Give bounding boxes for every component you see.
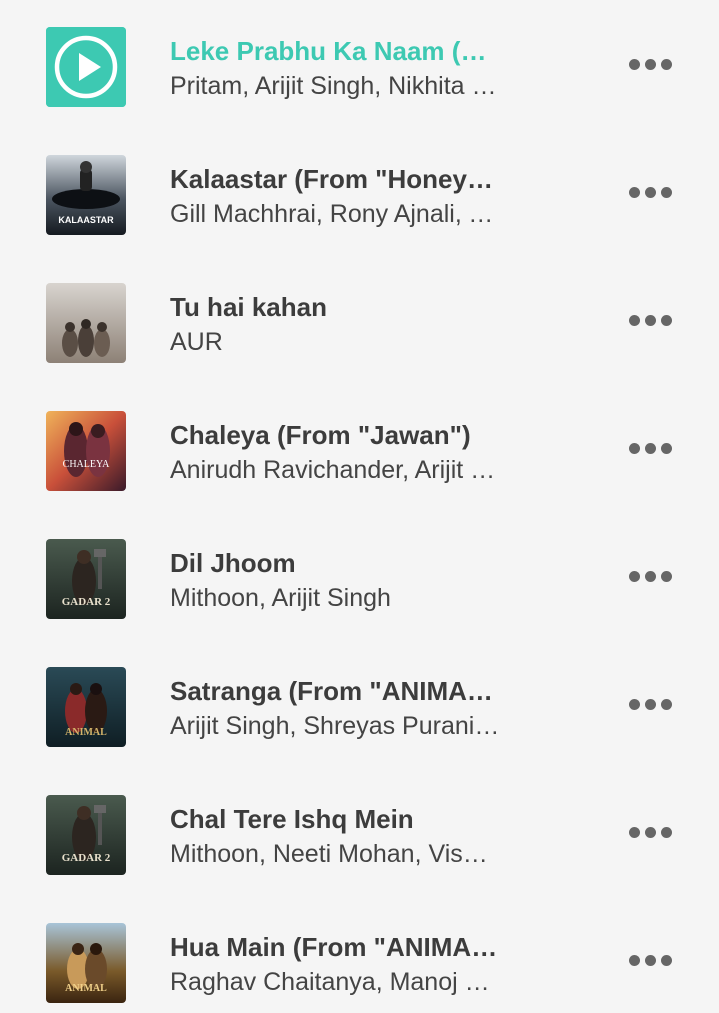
song-artist: Gill Machhrai, Rony Ajnali, Yo Yo Honey … [170,200,500,228]
now-playing-thumbnail[interactable] [46,27,126,107]
song-row[interactable]: ANIMAL Hua Main (From "ANIMAL") Raghav C… [0,898,719,1013]
song-list: Leke Prabhu Ka Naam (From "Tiger 3") Pri… [0,0,719,1013]
album-art[interactable]: GADAR 2 [46,795,126,875]
album-art[interactable]: CHALEYA [46,411,126,491]
album-art[interactable]: ANIMAL [46,667,126,747]
song-row[interactable]: KALAASTAR Kalaastar (From "Honey 3.0") G… [0,130,719,258]
album-art-label: KALAASTAR [58,215,114,225]
song-row[interactable]: ANIMAL Satranga (From "ANIMAL") Arijit S… [0,642,719,770]
song-title: Leke Prabhu Ka Naam (From "Tiger 3") [170,36,500,66]
more-options-icon[interactable] [620,300,680,340]
song-title: Dil Jhoom [170,548,296,578]
song-title: Satranga (From "ANIMAL") [170,676,500,706]
song-row[interactable]: CHALEYA Chaleya (From "Jawan") Anirudh R… [0,386,719,514]
more-options-icon[interactable] [620,812,680,852]
song-artist: Arijit Singh, Shreyas Puranik, Siddharth… [170,712,500,740]
song-artist: Mithoon, Arijit Singh [170,584,391,612]
album-art[interactable]: ANIMAL [46,923,126,1003]
song-title: Chal Tere Ishq Mein [170,804,414,834]
album-art[interactable]: KALAASTAR [46,155,126,235]
album-art-label: ANIMAL [65,983,107,994]
song-title: Tu hai kahan [170,292,327,322]
album-art-label: ANIMAL [65,727,107,738]
more-options-icon[interactable] [620,44,680,84]
song-title: Chaleya (From "Jawan") [170,420,471,450]
album-art[interactable] [46,283,126,363]
album-art-label: CHALEYA [63,459,110,470]
play-icon [46,27,126,107]
album-art-label: GADAR 2 [62,596,111,608]
song-artist: Pritam, Arijit Singh, Nikhita Gandhi [170,72,500,100]
song-row[interactable]: GADAR 2 Chal Tere Ishq Mein Mithoon, Nee… [0,770,719,898]
song-artist: Raghav Chaitanya, Manoj Muntashir [170,968,500,996]
more-options-icon[interactable] [620,556,680,596]
more-options-icon[interactable] [620,684,680,724]
song-artist: AUR [170,328,223,356]
song-row[interactable]: Tu hai kahan AUR [0,258,719,386]
more-options-icon[interactable] [620,172,680,212]
album-art[interactable]: GADAR 2 [46,539,126,619]
more-options-icon[interactable] [620,940,680,980]
song-title: Kalaastar (From "Honey 3.0") [170,164,500,194]
song-title: Hua Main (From "ANIMAL") [170,932,500,962]
song-artist: Anirudh Ravichander, Arijit Singh, Shilp… [170,456,500,484]
song-row[interactable]: Leke Prabhu Ka Naam (From "Tiger 3") Pri… [0,2,719,130]
album-art-label: GADAR 2 [62,852,111,864]
song-row[interactable]: GADAR 2 Dil Jhoom Mithoon, Arijit Singh [0,514,719,642]
song-artist: Mithoon, Neeti Mohan, Vishal Mishra [170,840,500,868]
more-options-icon[interactable] [620,428,680,468]
